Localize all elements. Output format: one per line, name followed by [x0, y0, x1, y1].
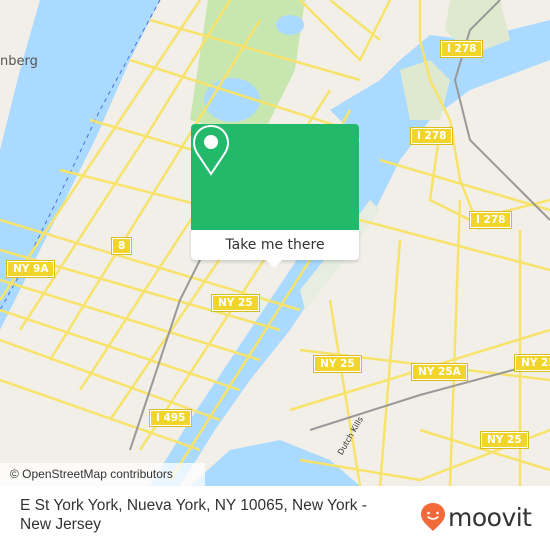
route-shield-i278: I 278	[468, 211, 513, 229]
address-text: E St York York, Nueva York, NY 10065, Ne…	[20, 497, 367, 533]
popup-tail	[266, 260, 282, 268]
route-shield-ny9a: NY 9A	[5, 260, 56, 278]
take-me-there-button[interactable]: Take me there	[191, 230, 359, 260]
route-shield-8: 8	[110, 237, 133, 255]
route-shield-i278: I 278	[409, 127, 454, 145]
map-attribution[interactable]: © OpenStreetMap contributors	[0, 463, 205, 486]
route-shield-ny25: NY 25	[514, 354, 550, 372]
route-shield-ny25a: NY 25A	[411, 363, 468, 381]
popup-header	[191, 124, 359, 230]
location-popup: Take me there	[191, 124, 359, 268]
map-view[interactable]: nberg I 278 I 278 I 278 8 NY 9A NY 25 NY…	[0, 0, 550, 486]
route-shield-i278: I 278	[439, 40, 484, 58]
map-pin-icon	[192, 124, 230, 176]
place-label: nberg	[0, 54, 38, 69]
route-shield-ny25: NY 25	[313, 355, 362, 373]
moovit-pin-icon	[421, 503, 445, 531]
route-shield-ny25: NY 25	[480, 431, 529, 449]
brand-name: moovit	[448, 502, 532, 532]
route-shield-ny25: NY 25	[211, 294, 260, 312]
moovit-logo[interactable]: moovit	[420, 502, 532, 532]
route-shield-i495: I 495	[148, 409, 193, 427]
